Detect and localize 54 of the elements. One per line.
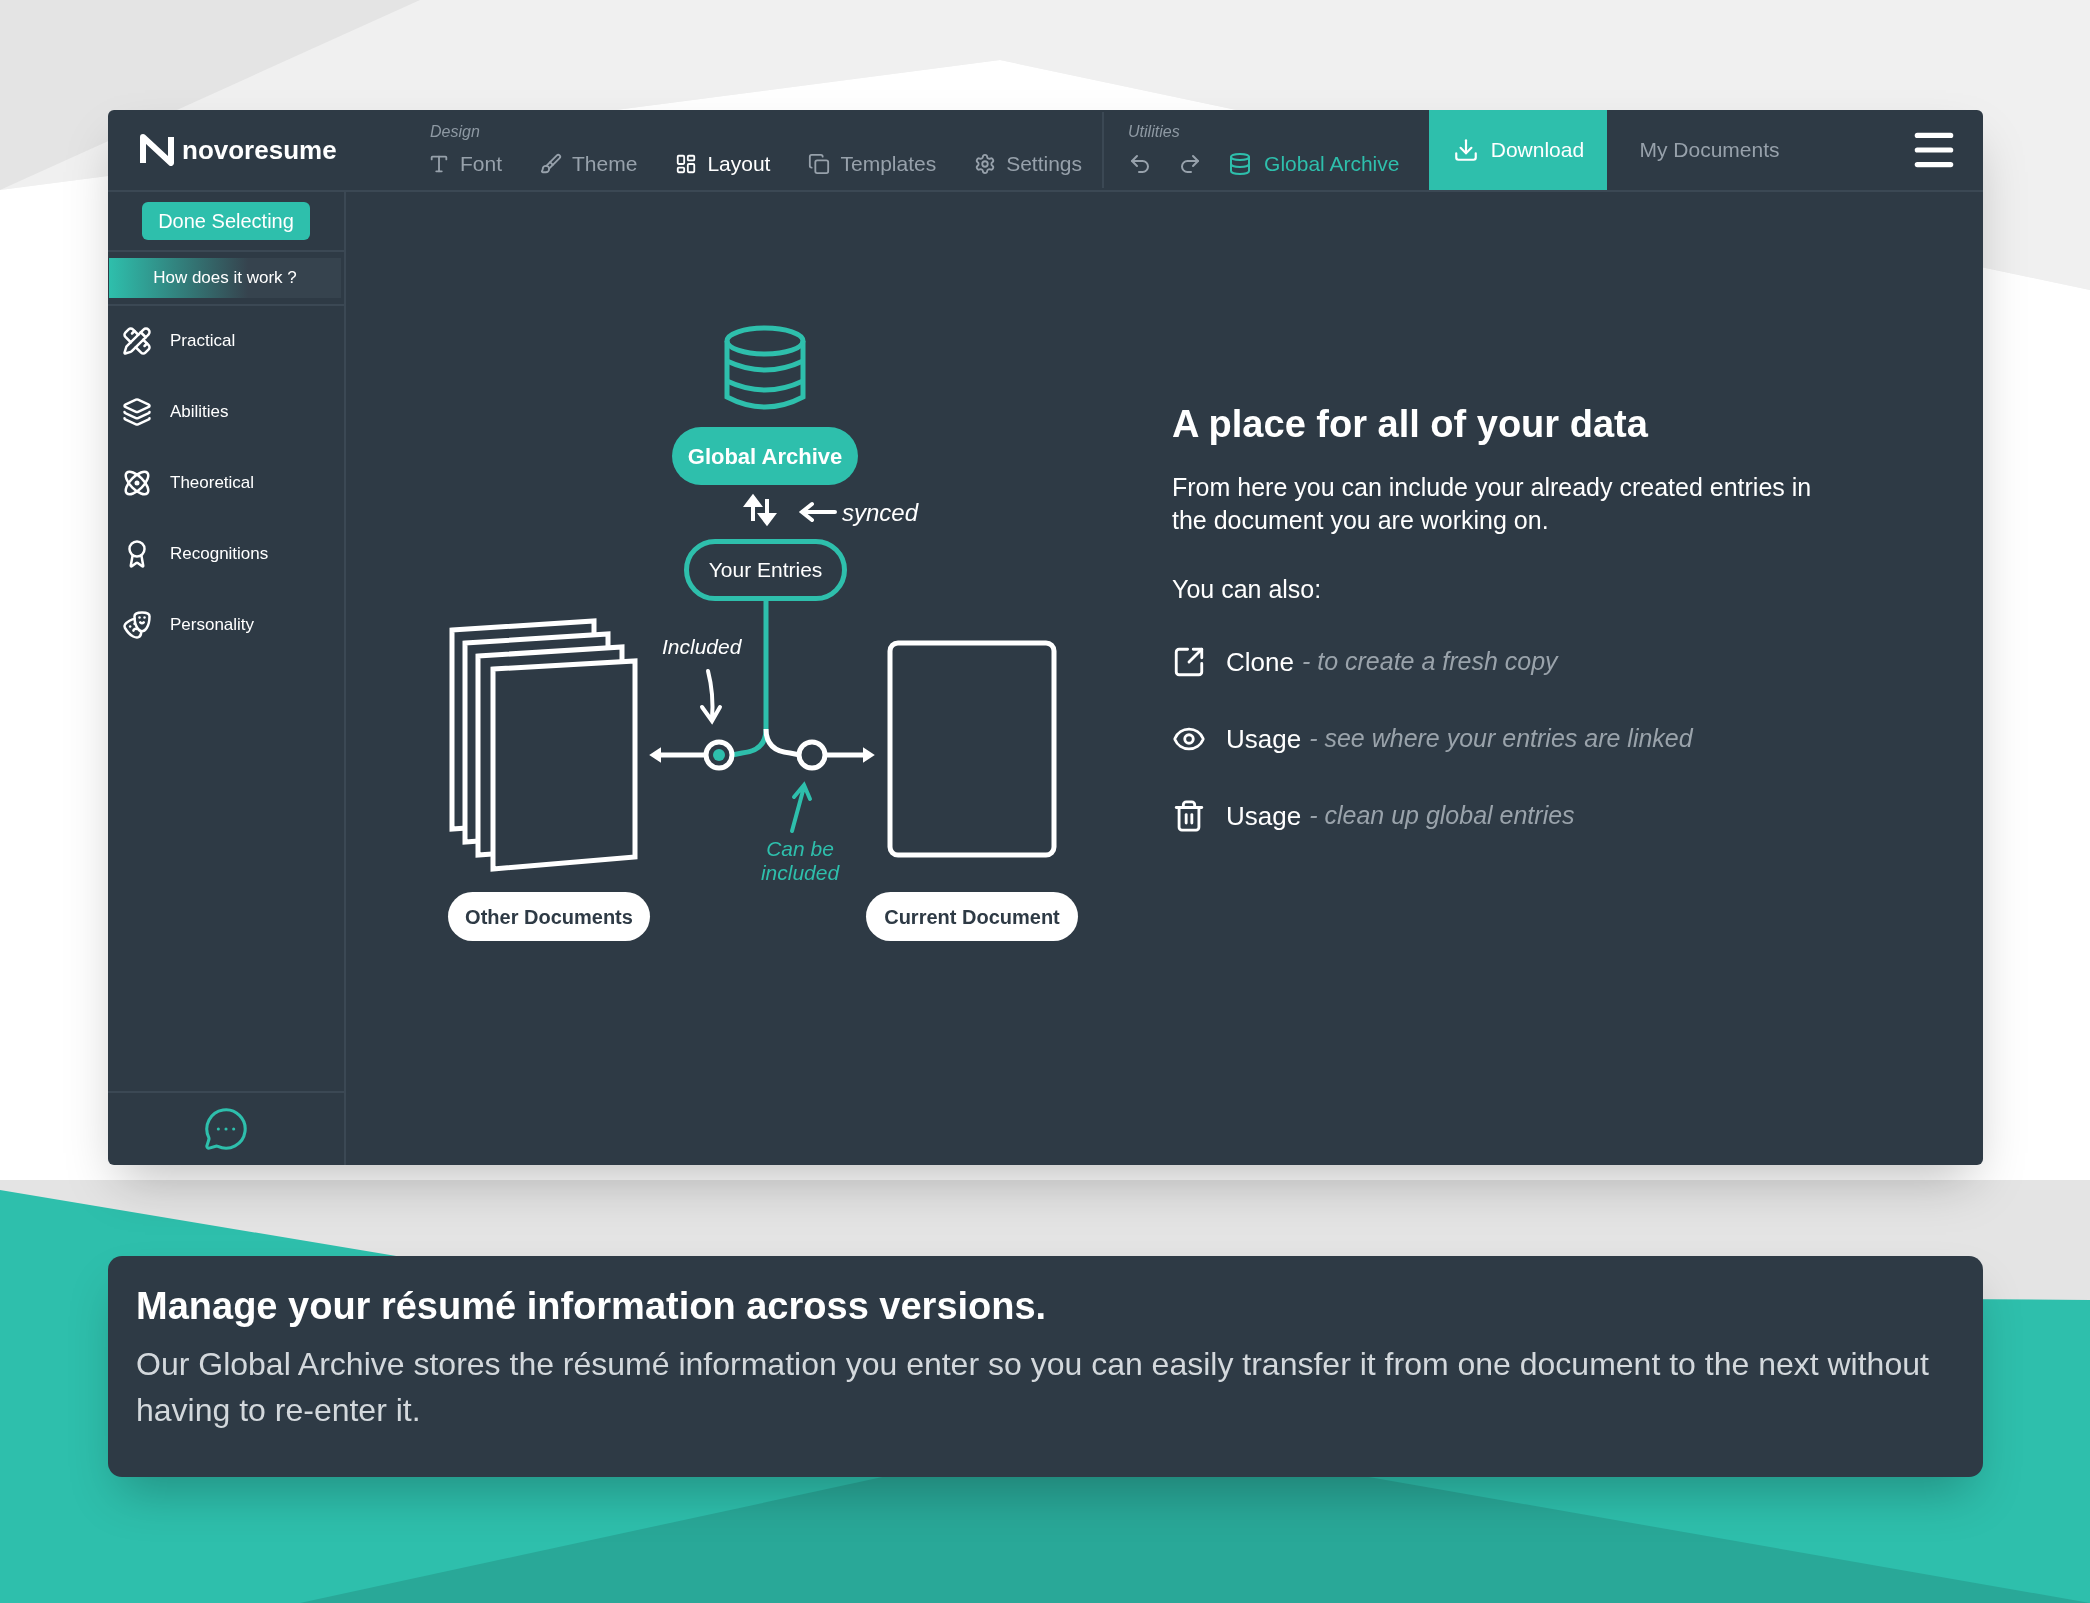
toolbar-tab[interactable]: Theme xyxy=(540,148,638,180)
action-note: - clean up global entries xyxy=(1309,800,1575,832)
download-icon xyxy=(1452,137,1479,163)
sidebar-item[interactable]: Abilities xyxy=(122,391,344,432)
info-title: A place for all of your data xyxy=(1172,402,1649,447)
database-icon xyxy=(1228,152,1253,176)
clone-icon xyxy=(1172,645,1206,679)
utilities-label: Utilities xyxy=(1128,122,1181,143)
action-note: - to create a fresh copy xyxy=(1301,646,1558,678)
caption-title: Manage your résumé information across versions. xyxy=(136,1284,1048,1329)
up-arrow xyxy=(790,783,812,833)
design-label: Design xyxy=(430,122,481,143)
brand-name: novoresume xyxy=(182,133,337,167)
action-note: - see where your entries are linked xyxy=(1309,723,1693,755)
sync-arrows-icon xyxy=(743,493,777,527)
current-document-pill: Current Document xyxy=(866,892,1078,941)
synced-label: synced xyxy=(842,498,919,528)
can-be-included-label: Can be included xyxy=(759,837,841,885)
global-archive-tab[interactable]: Global Archive xyxy=(1228,148,1400,180)
logo-icon xyxy=(140,134,174,166)
sidebar-item[interactable]: Recognitions xyxy=(122,533,344,574)
masks-icon xyxy=(122,609,152,640)
atom-icon xyxy=(122,467,152,498)
included-label: Included xyxy=(662,634,742,660)
toolbar-tab[interactable]: Templates xyxy=(808,148,937,180)
pointer-arrow xyxy=(798,502,837,522)
sidebar-item[interactable]: Practical xyxy=(122,320,344,361)
pencil-ruler-icon xyxy=(122,325,152,356)
sidebar-item[interactable]: Theoretical xyxy=(122,462,344,503)
sidebar-item[interactable]: Personality xyxy=(122,604,344,645)
toolbar-tab[interactable]: Font xyxy=(428,148,503,180)
font-icon xyxy=(428,153,450,175)
stack-icon xyxy=(122,396,152,427)
trash-icon xyxy=(1172,799,1206,833)
help-banner[interactable]: How does it work ? xyxy=(109,258,341,298)
chat-icon[interactable] xyxy=(203,1106,249,1152)
action-label: Clone xyxy=(1226,645,1294,679)
action-label: Usage xyxy=(1226,722,1302,756)
also-label: You can also: xyxy=(1172,574,1323,605)
other-documents-pill: Other Documents xyxy=(448,892,650,941)
your-entries-pill: Your Entries xyxy=(684,539,847,601)
toolbar-tab[interactable]: Settings xyxy=(974,148,1083,180)
action-label: Usage xyxy=(1226,799,1302,833)
toolbar-tab[interactable]: Layout xyxy=(675,148,771,180)
layout-icon xyxy=(675,153,698,175)
my-documents-link[interactable]: My Documents xyxy=(1639,110,1780,190)
global-archive-pill: Global Archive xyxy=(672,427,858,485)
caption-text: Our Global Archive stores the résumé information you enter so you can easily transfer it from one document to the next without having to re-enter it. xyxy=(136,1345,1930,1430)
down-arrow xyxy=(700,669,722,723)
settings-icon xyxy=(974,153,997,175)
copy-icon xyxy=(808,153,831,175)
database-icon xyxy=(724,325,806,410)
info-text: From here you can include your already created entries in the document you are working on. xyxy=(1172,472,1813,536)
brush-icon xyxy=(540,153,563,175)
